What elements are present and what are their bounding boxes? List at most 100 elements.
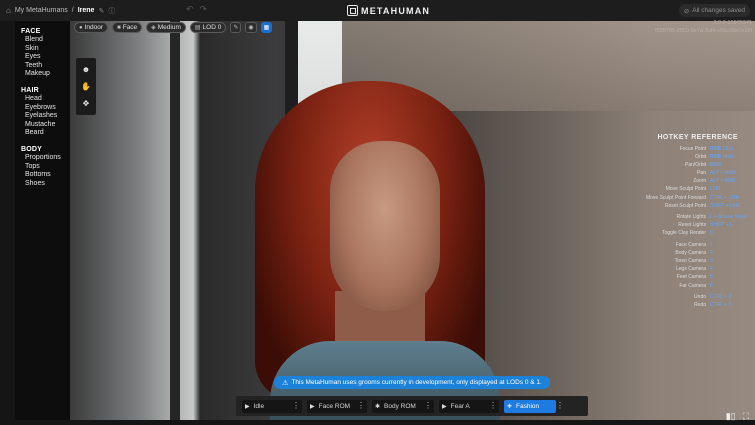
edit-icon[interactable]: ✎ xyxy=(98,7,104,15)
hotkey-key: MMB xyxy=(710,162,722,169)
sidebar-item-skin[interactable]: Skin xyxy=(15,45,70,54)
hotkey-row: Move Sculpt Point Forward CTRL + LMB xyxy=(620,194,752,202)
redo-icon[interactable]: ↷ xyxy=(200,4,214,14)
quality-icon: ◈ xyxy=(151,25,156,31)
hotkey-label: Reset Sculpt Point xyxy=(664,202,706,209)
hotkey-key: C xyxy=(710,230,714,237)
sidebar-item-beard[interactable]: Beard xyxy=(15,129,70,138)
outfit-label: Fashion xyxy=(516,402,540,410)
sidebar-item-mustache[interactable]: Mustache xyxy=(15,121,70,130)
lighting-chip[interactable]: ● Indoor xyxy=(74,22,109,33)
quality-chip[interactable]: ◈ Medium xyxy=(146,22,186,33)
sidebar-item-makeup[interactable]: Makeup xyxy=(15,70,70,79)
hotkey-key: RMB Click xyxy=(710,146,734,152)
fullscreen-icon[interactable]: ⛶ xyxy=(743,411,749,422)
more-options-icon[interactable]: ⋮ xyxy=(357,401,365,410)
sidebar: FACE Blend Skin Eyes Teeth Makeup HAIR H… xyxy=(15,21,70,420)
hotkey-row: Toggle Clay Render C xyxy=(620,229,752,237)
sidebar-item-shoes[interactable]: Shoes xyxy=(15,180,70,189)
viewport-corner-controls: ▮▯ ⛶ xyxy=(726,411,749,422)
hotkey-row: Pan/Orbit MMB xyxy=(620,161,752,169)
sidebar-item-head[interactable]: Head xyxy=(15,95,70,104)
hotkey-key: L + Mouse Move xyxy=(710,214,747,221)
breadcrumb-separator: / xyxy=(71,7,74,14)
hotkey-row: Rotate Lights L + Mouse Move xyxy=(620,213,752,221)
breadcrumb-current: Irene xyxy=(77,7,95,14)
hotkey-key: 6 xyxy=(710,282,713,289)
sidebar-item-teeth[interactable]: Teeth xyxy=(15,62,70,71)
hotkey-label: Reset Lights xyxy=(678,222,706,229)
hotkey-row: Body Camera 2 xyxy=(620,249,752,257)
grid-toggle[interactable]: ▦ xyxy=(260,22,273,33)
save-status: ⊘ All changes saved xyxy=(678,4,750,17)
hotkey-row: Focus Point RMB Click xyxy=(620,145,752,153)
more-options-icon[interactable]: ⋮ xyxy=(556,401,564,410)
hotkey-row: Face Camera 1 xyxy=(620,241,752,249)
face-rom-dropdown[interactable]: ▶ Face ROM ⋮ xyxy=(307,399,367,413)
hotkey-label: Move Sculpt Point Forward xyxy=(645,194,706,201)
logo-mark-icon xyxy=(347,5,358,16)
stats-icon[interactable]: ▮▯ xyxy=(726,411,736,422)
sphere-icon: ◉ xyxy=(248,25,254,31)
hotkey-label: Far Camera xyxy=(679,282,706,289)
window-frame xyxy=(170,21,180,420)
head-tool-icon[interactable]: ☻ xyxy=(82,65,90,75)
sidebar-item-blend[interactable]: Blend xyxy=(15,36,70,45)
hotkey-row: Torso Camera 3 xyxy=(620,257,752,265)
hotkey-key: CTRL + Z xyxy=(710,294,732,301)
lod-chip[interactable]: ▤ LOD 0 xyxy=(189,22,227,33)
sidebar-item-tops[interactable]: Tops xyxy=(15,163,70,172)
sidebar-item-eyebrows[interactable]: Eyebrows xyxy=(15,104,70,113)
pose-dropdown[interactable]: ▶ Idle ⋮ xyxy=(242,399,302,413)
body-rom-dropdown[interactable]: ✱ Body ROM ⋮ xyxy=(372,399,434,413)
brush-icon: ✎ xyxy=(233,25,239,31)
home-icon[interactable]: ⌂ xyxy=(6,6,11,15)
undo-icon[interactable]: ↶ xyxy=(186,4,200,14)
expression-dropdown[interactable]: ▶ Fear A ⋮ xyxy=(439,399,499,413)
sidebar-item-eyes[interactable]: Eyes xyxy=(15,53,70,62)
hotkey-row: Far Camera 6 xyxy=(620,282,752,290)
outfit-icon: ✚ xyxy=(507,403,513,410)
hotkey-row: Legs Camera 4 xyxy=(620,265,752,273)
sidebar-item-proportions[interactable]: Proportions xyxy=(15,154,70,163)
help-icon[interactable]: ⓘ xyxy=(108,6,115,16)
breadcrumb-root[interactable]: My MetaHumans xyxy=(15,7,68,14)
hotkey-label: Legs Camera xyxy=(675,266,706,273)
hand-tool-icon[interactable]: ✋ xyxy=(81,82,91,92)
sidebar-section-face[interactable]: FACE xyxy=(15,27,70,36)
build-version: 2.0.0-15976371 ff28f795-8550-5e7a-3af4-c… xyxy=(655,19,752,35)
hotkey-label: Zoom xyxy=(693,178,706,185)
hotkey-label: Feet Camera xyxy=(676,274,706,281)
hotkey-row: Zoom ALT + RMB xyxy=(620,177,752,185)
hotkey-label: Body Camera xyxy=(675,250,706,257)
hotkey-key: 4 xyxy=(710,266,713,273)
sidebar-section-hair[interactable]: HAIR xyxy=(15,86,70,95)
camera-chip[interactable]: ■ Face xyxy=(112,22,143,33)
more-options-icon[interactable]: ⋮ xyxy=(424,401,432,410)
lighting-label: Indoor xyxy=(84,24,104,31)
hotkey-label: Focus Point xyxy=(679,146,706,152)
lod-icon: ▤ xyxy=(194,25,201,31)
pose-label: Idle xyxy=(253,402,265,410)
sidebar-item-eyelashes[interactable]: Eyelashes xyxy=(15,112,70,121)
clay-render-toggle[interactable]: ✎ xyxy=(230,22,242,33)
sidebar-section-body[interactable]: BODY xyxy=(15,145,70,154)
hotkey-label: Torso Camera xyxy=(674,258,706,265)
viewport-tools: ☻ ✋ ✥ xyxy=(76,58,96,115)
move-tool-icon[interactable]: ✥ xyxy=(83,99,90,109)
breadcrumb: ⌂ My MetaHumans / Irene ✎ ⓘ xyxy=(6,0,115,21)
more-options-icon[interactable]: ⋮ xyxy=(489,401,497,410)
hotkey-key: 5 xyxy=(710,274,713,281)
metahuman-logo: METAHUMAN xyxy=(347,3,430,18)
top-bar: ⌂ My MetaHumans / Irene ✎ ⓘ ↶↷ METAHUMAN… xyxy=(0,0,755,21)
more-options-icon[interactable]: ⋮ xyxy=(292,401,300,410)
animation-bar: ▶ Idle ⋮ ▶ Face ROM ⋮ ✱ Body ROM ⋮ ▶ Fea… xyxy=(236,396,588,416)
body-icon: ✱ xyxy=(375,403,381,410)
outfit-dropdown[interactable]: ✚ Fashion ⋮ xyxy=(504,399,564,413)
sphere-toggle[interactable]: ◉ xyxy=(245,22,257,33)
viewport-options: ● Indoor ■ Face ◈ Medium ▤ LOD 0 ✎ ◉ ▦ xyxy=(74,22,273,33)
hotkey-key: LMB xyxy=(710,186,721,193)
sidebar-item-bottoms[interactable]: Bottoms xyxy=(15,171,70,180)
hotkey-row: Feet Camera 5 xyxy=(620,273,752,281)
groom-warning-banner: ⚠ This MetaHuman uses grooms currently i… xyxy=(274,376,550,389)
